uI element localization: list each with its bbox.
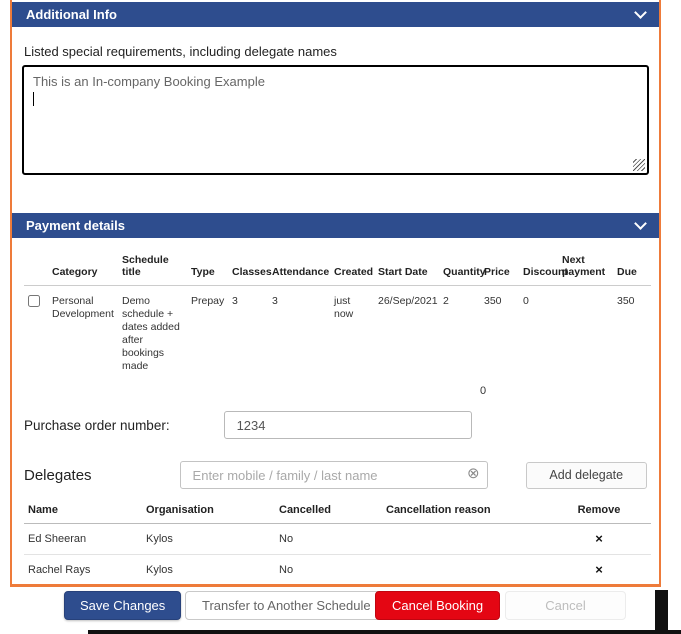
col-quantity: Quantity	[439, 248, 480, 286]
delegates-table: Name Organisation Cancelled Cancellation…	[24, 499, 651, 586]
cell-classes: 3	[228, 286, 268, 378]
cell-type: Prepay	[187, 286, 228, 378]
cell-attendance: 3	[268, 286, 330, 378]
col-attendance: Attendance	[268, 248, 330, 286]
window-bottom-edge	[88, 630, 681, 634]
chevron-down-icon[interactable]	[634, 217, 647, 230]
discount-total: 0	[480, 385, 647, 397]
row-select-checkbox[interactable]	[28, 295, 40, 307]
cell-start-date: 26/Sep/2021	[374, 286, 439, 378]
cancel-button[interactable]: Cancel	[505, 591, 626, 620]
remove-delegate-button[interactable]: ×	[595, 532, 603, 545]
special-requirements-textarea[interactable]: This is an In-company Booking Example	[22, 65, 649, 175]
col-category: Category	[48, 248, 118, 286]
chevron-down-icon[interactable]	[634, 6, 647, 19]
delegates-header-row: Name Organisation Cancelled Cancellation…	[24, 499, 651, 524]
col-organisation: Organisation	[142, 499, 275, 524]
col-created: Created	[330, 248, 374, 286]
special-requirements-text: This is an In-company Booking Example	[33, 74, 265, 89]
col-type: Type	[187, 248, 228, 286]
cell-discount: 0	[519, 286, 558, 378]
remove-delegate-button[interactable]: ×	[595, 563, 603, 576]
col-discount: Discount	[519, 248, 558, 286]
col-cancellation-reason: Cancellation reason	[382, 499, 547, 524]
col-next-payment: Next payment	[558, 248, 613, 286]
cell-due: 350	[613, 286, 651, 378]
text-caret	[33, 92, 34, 106]
cell-quantity: 2	[439, 286, 480, 378]
cell-cancelled: No	[275, 524, 382, 555]
cell-next-payment	[558, 286, 613, 378]
col-price: Price	[480, 248, 519, 286]
payment-table-header-row: Category Schedule title Type Classes Att…	[24, 248, 651, 286]
booking-edit-panel: Additional Info Listed special requireme…	[10, 0, 661, 587]
col-classes: Classes	[228, 248, 268, 286]
cancel-booking-button[interactable]: Cancel Booking	[375, 591, 500, 620]
cell-created: just now	[330, 286, 374, 378]
cell-cancellation-reason	[382, 555, 547, 586]
payment-details-title: Payment details	[26, 218, 125, 233]
payment-row: Personal Development Demo schedule + dat…	[24, 286, 651, 378]
delegates-title: Delegates	[24, 467, 92, 484]
select-column-header	[24, 248, 48, 286]
cell-price: 350	[480, 286, 519, 378]
clear-search-icon[interactable]: ⊗	[467, 466, 480, 481]
purchase-order-label: Purchase order number:	[24, 418, 170, 433]
delegate-search-input[interactable]	[180, 461, 488, 489]
purchase-order-input[interactable]	[224, 411, 472, 439]
vertical-scrollbar-thumb[interactable]	[655, 590, 668, 634]
cell-category: Personal Development	[48, 286, 118, 378]
save-changes-button[interactable]: Save Changes	[64, 591, 181, 620]
payment-table: Category Schedule title Type Classes Att…	[24, 248, 651, 377]
cell-name: Rachel Rays	[24, 555, 142, 586]
add-delegate-button[interactable]: Add delegate	[526, 462, 647, 489]
delegate-row: Rachel Rays Kylos No ×	[24, 555, 651, 586]
additional-info-header[interactable]: Additional Info	[12, 2, 659, 27]
resize-handle[interactable]	[633, 159, 645, 171]
col-schedule-title: Schedule title	[118, 248, 187, 286]
payment-details-header[interactable]: Payment details	[12, 213, 659, 238]
cell-schedule-title: Demo schedule + dates added after bookin…	[118, 286, 187, 378]
cell-name: Ed Sheeran	[24, 524, 142, 555]
col-start-date: Start Date	[374, 248, 439, 286]
additional-info-title: Additional Info	[26, 7, 117, 22]
col-remove: Remove	[547, 499, 651, 524]
transfer-schedule-button[interactable]: Transfer to Another Schedule	[185, 591, 388, 620]
cell-organisation: Kylos	[142, 555, 275, 586]
col-due: Due	[613, 248, 651, 286]
delegate-row: Ed Sheeran Kylos No ×	[24, 524, 651, 555]
cell-cancelled: No	[275, 555, 382, 586]
col-cancelled: Cancelled	[275, 499, 382, 524]
cell-cancellation-reason	[382, 524, 547, 555]
col-name: Name	[24, 499, 142, 524]
cell-organisation: Kylos	[142, 524, 275, 555]
special-requirements-label: Listed special requirements, including d…	[24, 44, 659, 59]
